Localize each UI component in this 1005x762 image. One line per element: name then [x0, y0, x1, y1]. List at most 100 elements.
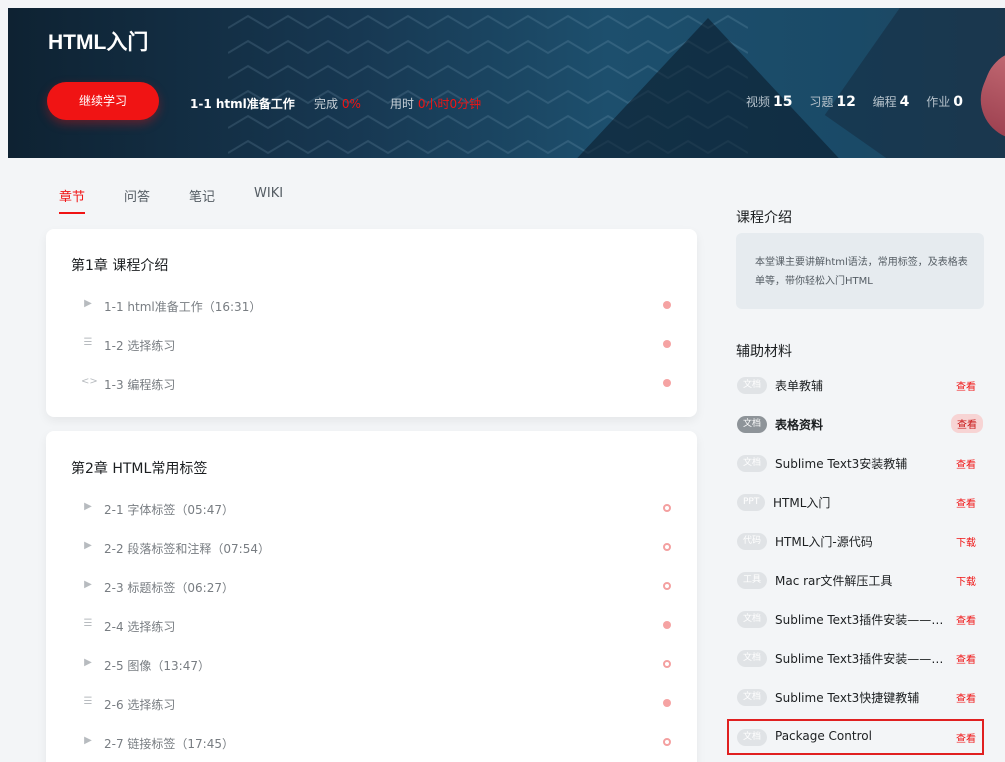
- lesson-item[interactable]: ☰ 1-2 选择练习: [81, 334, 671, 358]
- play-icon: ▶: [84, 298, 92, 309]
- material-item: PPT HTML入门 查看: [736, 491, 984, 515]
- course-tabs: 章节 问答 笔记 WIKI: [59, 186, 322, 216]
- lesson-item[interactable]: ☰ 2-4 选择练习: [81, 615, 671, 639]
- material-title: 表格资料: [775, 418, 824, 432]
- lesson-item[interactable]: ▶ 1-1 html准备工作（16:31）: [81, 295, 671, 319]
- stat-video-value: 15: [773, 94, 793, 110]
- lesson-title: 1-3 编程练习: [104, 378, 176, 392]
- progress-info: 完成 0%: [314, 95, 361, 112]
- material-view-link[interactable]: 查看: [956, 495, 976, 510]
- material-title: Sublime Text3快捷键教辅: [775, 691, 920, 705]
- selection-highlight-box: [727, 719, 984, 755]
- stat-homework-value: 0: [953, 94, 963, 110]
- lesson-item[interactable]: ▶ 2-1 字体标签（05:47）: [81, 498, 671, 522]
- material-item: 文档 Sublime Text3插件安装——在... 查看: [736, 647, 984, 671]
- material-view-link[interactable]: 查看: [956, 456, 976, 471]
- tab-notes[interactable]: 笔记: [189, 186, 215, 216]
- list-icon: ☰: [83, 337, 93, 348]
- material-title: Sublime Text3安装教辅: [775, 457, 908, 471]
- course-intro-text: 本堂课主要讲解html语法，常用标签，及表格表单等，带你轻松入门HTML: [736, 233, 984, 309]
- chapter-card: 第1章 课程介绍 ▶ 1-1 html准备工作（16:31） ☰ 1-2 选择练…: [46, 229, 697, 417]
- material-download-link[interactable]: 下载: [956, 534, 976, 549]
- progress-dot: [663, 340, 671, 348]
- stat-coding-value: 4: [899, 94, 910, 110]
- lesson-title: 2-7 链接标签（17:45）: [104, 737, 234, 751]
- tab-wiki[interactable]: WIKI: [254, 186, 283, 216]
- lesson-item[interactable]: ▶ 2-7 链接标签（17:45）: [81, 732, 671, 756]
- progress-dot: [663, 660, 671, 668]
- play-icon: ▶: [84, 735, 92, 746]
- lesson-title: 2-6 选择练习: [104, 698, 176, 712]
- tab-qa[interactable]: 问答: [124, 186, 150, 216]
- material-type-badge: 工具: [737, 572, 768, 589]
- progress-dot: [663, 504, 671, 512]
- material-title: HTML入门: [773, 496, 831, 510]
- done-value: 0%: [341, 97, 361, 111]
- material-type-badge: PPT: [737, 494, 766, 511]
- material-download-link[interactable]: 下载: [956, 573, 976, 588]
- material-item: 文档 Sublime Text3快捷键教辅 查看: [736, 686, 984, 710]
- materials-heading: 辅助材料: [736, 344, 792, 360]
- current-lesson-title: 1-1 html准备工作: [190, 97, 295, 111]
- code-icon: <>: [81, 376, 98, 387]
- play-icon: ▶: [84, 501, 92, 512]
- material-item: 文档 Sublime Text3安装教辅 查看: [736, 452, 984, 476]
- stat-coding-label: 编程: [872, 95, 897, 109]
- progress-dot: [663, 621, 671, 629]
- progress-dot: [663, 301, 671, 309]
- stat-homework-label: 作业: [926, 95, 951, 109]
- progress-dot: [663, 699, 671, 707]
- material-view-link[interactable]: 查看: [956, 378, 976, 393]
- lesson-item[interactable]: ▶ 2-2 段落标签和注释（07:54）: [81, 537, 671, 561]
- lesson-item[interactable]: ☰ 2-6 选择练习: [81, 693, 671, 717]
- material-view-link[interactable]: 查看: [951, 414, 983, 433]
- material-item: 文档 表单教辅 查看: [736, 374, 984, 398]
- chapter-title: 第2章 HTML常用标签: [71, 461, 208, 477]
- chapter-card: 第2章 HTML常用标签 ▶ 2-1 字体标签（05:47） ▶ 2-2 段落标…: [46, 431, 697, 762]
- material-view-link[interactable]: 查看: [956, 690, 976, 705]
- progress-dot: [663, 543, 671, 551]
- lesson-title: 1-1 html准备工作（16:31）: [104, 300, 262, 314]
- list-icon: ☰: [83, 696, 93, 707]
- tab-chapters[interactable]: 章节: [59, 186, 86, 216]
- stat-exercise-value: 12: [836, 94, 856, 110]
- time-value: 0小时0分钟: [417, 97, 482, 111]
- time-info: 用时 0小时0分钟: [390, 95, 481, 112]
- material-type-badge: 文档: [737, 416, 768, 433]
- play-icon: ▶: [84, 657, 92, 668]
- material-item: 文档 表格资料 查看: [736, 413, 984, 437]
- done-label: 完成: [314, 97, 339, 111]
- material-type-badge: 文档: [737, 455, 768, 472]
- material-view-link[interactable]: 查看: [956, 612, 976, 627]
- course-intro-heading: 课程介绍: [736, 210, 792, 226]
- lesson-item[interactable]: ▶ 2-3 标题标签（06:27）: [81, 576, 671, 600]
- material-type-badge: 文档: [737, 377, 768, 394]
- lesson-item[interactable]: ▶ 2-5 图像（13:47）: [81, 654, 671, 678]
- stat-video-label: 视频: [745, 95, 770, 109]
- banner-decor-triangle: [568, 18, 848, 158]
- progress-dot: [663, 582, 671, 590]
- material-type-badge: 代码: [737, 533, 768, 550]
- lesson-title: 2-3 标题标签（06:27）: [104, 581, 234, 595]
- progress-dot: [663, 738, 671, 746]
- material-title: HTML入门-源代码: [775, 535, 873, 549]
- material-view-link[interactable]: 查看: [956, 651, 976, 666]
- chapter-title: 第1章 课程介绍: [71, 258, 169, 274]
- lesson-title: 2-2 段落标签和注释（07:54）: [104, 542, 270, 556]
- list-icon: ☰: [83, 618, 93, 629]
- material-item: 工具 Mac rar文件解压工具 下载: [736, 569, 984, 593]
- material-item: 代码 HTML入门-源代码 下载: [736, 530, 984, 554]
- lesson-title: 2-4 选择练习: [104, 620, 176, 634]
- material-title: Mac rar文件解压工具: [775, 574, 893, 588]
- lesson-item[interactable]: <> 1-3 编程练习: [81, 373, 671, 397]
- material-type-badge: 文档: [737, 611, 768, 628]
- material-title: 表单教辅: [775, 379, 824, 393]
- lesson-title: 2-1 字体标签（05:47）: [104, 503, 234, 517]
- lesson-title: 1-2 选择练习: [104, 339, 176, 353]
- continue-learning-button[interactable]: 继续学习: [47, 82, 159, 120]
- current-lesson-info: 1-1 html准备工作: [190, 95, 295, 112]
- course-stats: 视频 15 习题 12 编程 4 作业 0: [746, 93, 963, 110]
- banner-decor-shape: [824, 8, 1005, 158]
- play-icon: ▶: [84, 579, 92, 590]
- material-item: 文档 Sublime Text3插件安装——手... 查看: [736, 608, 984, 632]
